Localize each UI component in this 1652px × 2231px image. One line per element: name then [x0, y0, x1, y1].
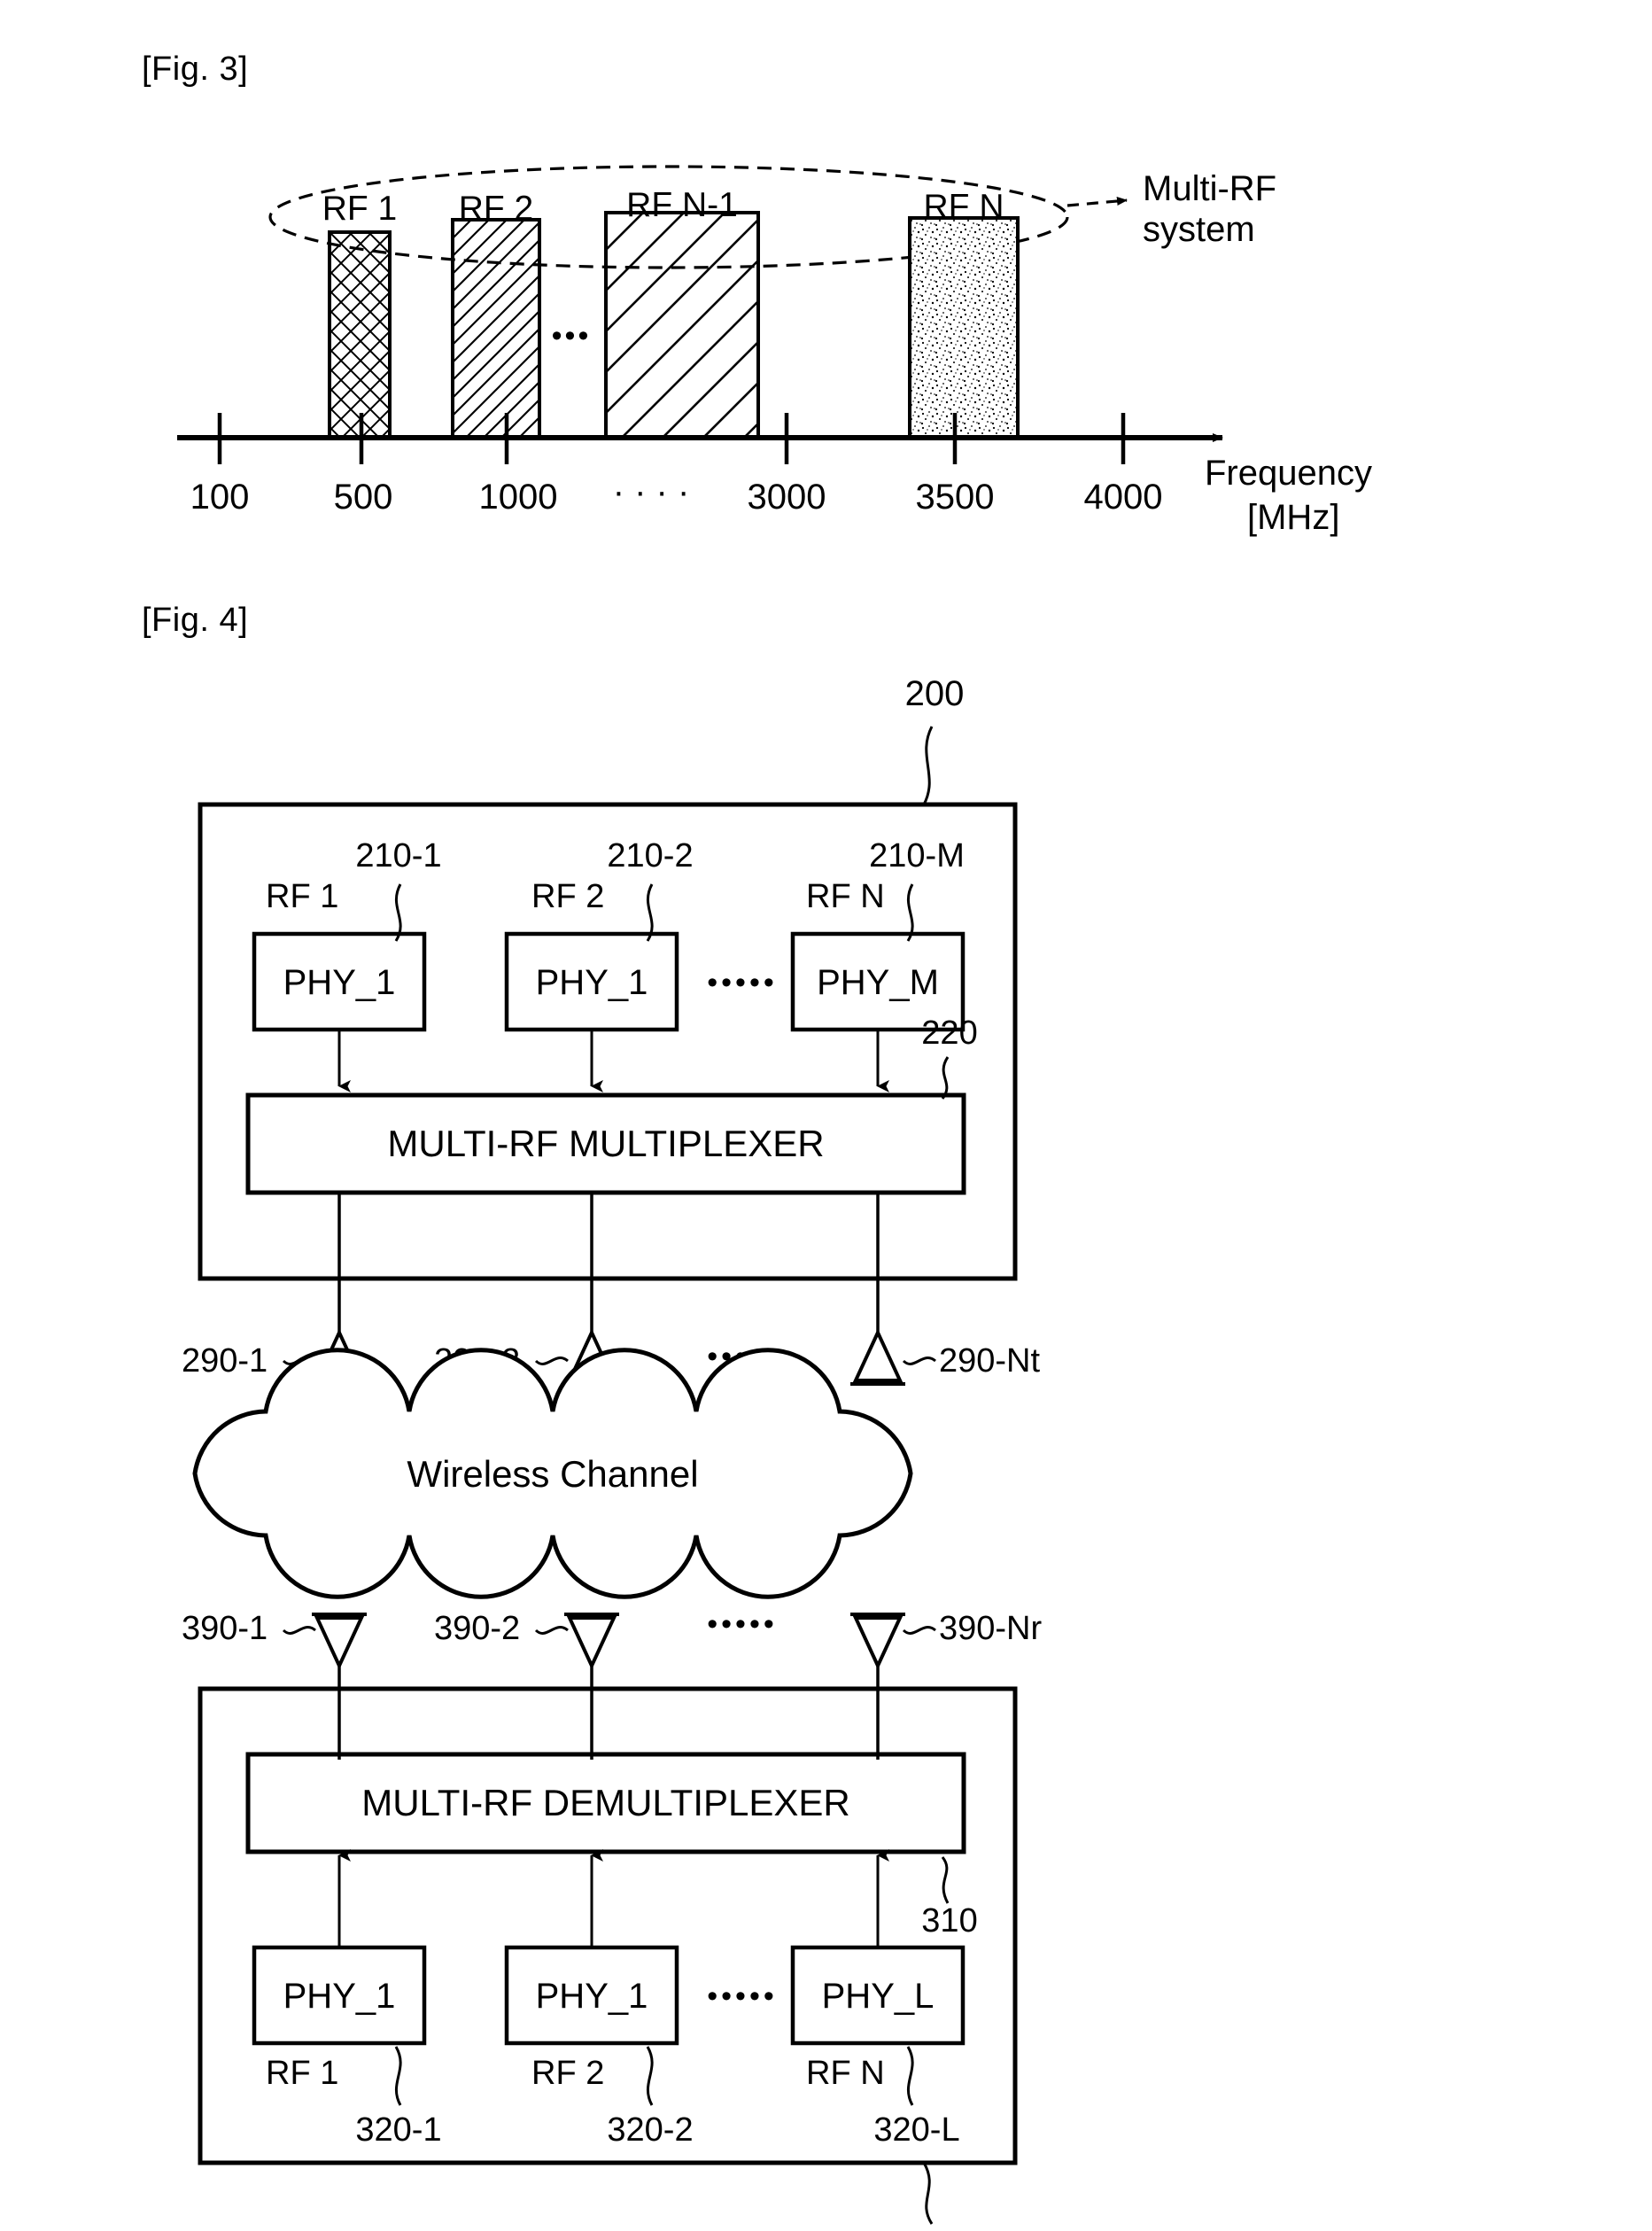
- tx-phy-row-ellipsis: •••••: [707, 966, 778, 999]
- rx-rf-label-2: RF 2: [531, 2055, 604, 2092]
- tx-phy-to-mux-connectors: [337, 1030, 889, 1092]
- frequency-axis-title-line2: [MHz]: [1247, 498, 1339, 537]
- rf-band-bar-2: [451, 218, 541, 439]
- transmitter-outer-box: [198, 802, 1018, 1281]
- mux-ref-label: 220: [921, 1014, 977, 1052]
- frequency-tick-label-100: 100: [190, 478, 250, 517]
- frequency-axis-title-line1: Frequency: [1205, 454, 1372, 493]
- rf-band-bar-3: [604, 211, 760, 439]
- rx-phy-ref-3: 320-L: [873, 2111, 959, 2149]
- wireless-channel-label: Wireless Channel: [407, 1453, 698, 1495]
- figure-3-drawing: RF 1 RF 2 RF N-1 RF N ••• 100 500 1000 ·…: [177, 165, 1372, 537]
- rf-band-bar-1: [328, 230, 392, 439]
- rx-phy-ref-2: 320-2: [607, 2111, 693, 2149]
- transmitter-ref-leader: [922, 726, 934, 805]
- transmitter-ref-label: 200: [905, 674, 965, 713]
- frequency-tick-label-3500: 3500: [916, 478, 995, 517]
- figure-4-caption: [Fig. 4]: [142, 602, 249, 639]
- rx-phy-ref-1: 320-1: [355, 2111, 441, 2149]
- antenna-icon-rx-1: [312, 1613, 367, 1670]
- rx-antenna-ref-leader-2: [534, 1626, 569, 1635]
- rx-antenna-ref-2: 390-2: [434, 1610, 520, 1647]
- multi-rf-multiplexer-label: MULTI-RF MULTIPLEXER: [387, 1123, 824, 1164]
- frequency-tick-label-3000: 3000: [748, 478, 826, 517]
- multi-rf-system-label-line2: system: [1143, 210, 1255, 249]
- rx-phy-block-label-2: PHY_1: [536, 1977, 648, 2016]
- rx-antenna-ref-leader-1: [282, 1626, 316, 1635]
- rx-antenna-ref-1: 390-1: [182, 1610, 268, 1647]
- rx-rf-label-1: RF 1: [266, 2055, 338, 2092]
- rx-phy-row-ellipsis: •••••: [707, 1979, 778, 2013]
- mux-ref-leader: [941, 1056, 950, 1100]
- rx-phy-ref-leader-3: [906, 2046, 914, 2106]
- antenna-icon-rx-3: [850, 1613, 905, 1670]
- rx-phy-ref-leader-1: [394, 2046, 402, 2106]
- multi-rf-demultiplexer-label: MULTI-RF DEMULTIPLEXER: [361, 1782, 850, 1823]
- frequency-tick-ellipsis: · · · ·: [613, 472, 690, 511]
- antenna-icon-rx-2: [564, 1613, 619, 1670]
- rx-phy-to-demux-connectors: [337, 1849, 889, 1947]
- tx-phy-ref-3: 210-M: [869, 837, 965, 875]
- rf-band-label-2: RF 2: [459, 190, 534, 228]
- rx-phy-ref-leader-2: [646, 2046, 654, 2106]
- rf-band-ellipsis: •••: [552, 319, 592, 353]
- rx-antenna-ref-leader-3: [902, 1626, 936, 1635]
- figure-4-drawing: 200 210-1 210-2 210-M RF 1 RF 2 RF N PHY…: [182, 674, 1042, 2225]
- frequency-tick-label-1000: 1000: [479, 478, 558, 517]
- tx-antenna-ref-1: 290-1: [182, 1342, 268, 1380]
- rx-rf-label-3: RF N: [806, 2055, 885, 2092]
- tx-phy-block-label-2: PHY_1: [536, 963, 648, 1002]
- tx-rf-label-2: RF 2: [531, 878, 604, 915]
- rf-band-bar-4: [908, 216, 1020, 439]
- rf-band-label-1: RF 1: [322, 190, 398, 228]
- tx-rf-label-3: RF N: [806, 878, 885, 915]
- tx-rf-label-1: RF 1: [266, 878, 338, 915]
- demux-ref-leader: [941, 1856, 950, 1904]
- tx-antenna-ref-leader-3: [902, 1356, 936, 1365]
- rx-phy-block-label-1: PHY_1: [283, 1977, 396, 2016]
- tx-antenna-ref-leader-2: [534, 1356, 569, 1365]
- tx-mux-to-antenna-lines: [337, 1193, 880, 1336]
- rx-antenna-ref-3: 390-Nr: [939, 1610, 1042, 1647]
- tx-antenna-ref-3: 290-Nt: [939, 1342, 1040, 1380]
- rf-band-label-3: RF N-1: [626, 186, 738, 224]
- frequency-tick-label-4000: 4000: [1084, 478, 1163, 517]
- multi-rf-system-label-line1: Multi-RF: [1143, 169, 1276, 208]
- receiver-ref-leader: [922, 2162, 934, 2225]
- antenna-icon-tx-3: [850, 1328, 905, 1386]
- rx-phy-block-label-3: PHY_L: [822, 1977, 935, 2016]
- rf-band-bars: [328, 211, 1020, 439]
- rf-band-label-4: RF N: [924, 188, 1004, 226]
- tx-phy-block-label-1: PHY_1: [283, 963, 396, 1002]
- multi-rf-system-pointer: [1066, 197, 1128, 207]
- rx-antenna-row-ellipsis: •••••: [707, 1607, 778, 1641]
- tx-phy-block-label-3: PHY_M: [817, 963, 939, 1002]
- rx-antenna-feed-lines: [337, 1662, 880, 1760]
- rx-antennas: [312, 1613, 905, 1670]
- demux-ref-label: 310: [921, 1902, 977, 1939]
- tx-phy-ref-2: 210-2: [607, 837, 693, 875]
- tx-phy-ref-1: 210-1: [355, 837, 441, 875]
- frequency-tick-label-500: 500: [334, 478, 393, 517]
